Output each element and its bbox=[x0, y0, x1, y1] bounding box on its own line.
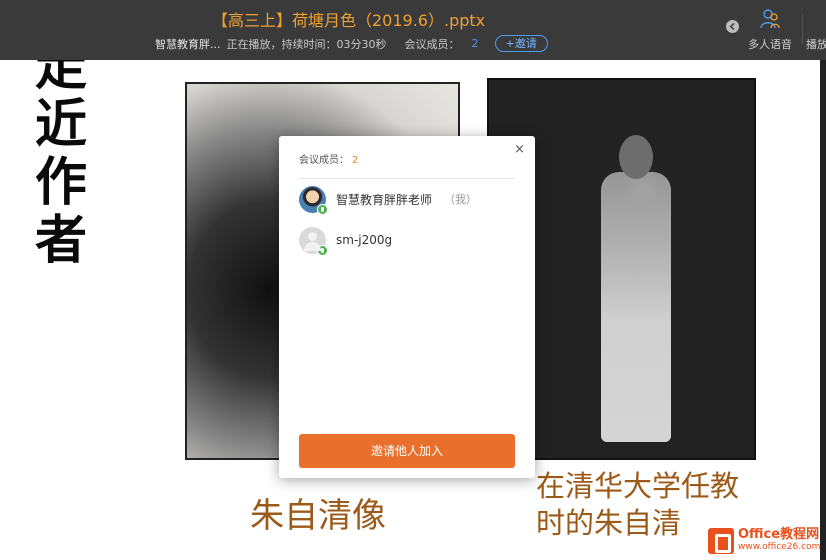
play-button-label[interactable]: 播放 bbox=[806, 36, 826, 52]
multi-voice-label: 多人语音 bbox=[748, 38, 792, 51]
scroll-edge bbox=[820, 60, 826, 560]
office-logo-icon bbox=[708, 528, 734, 554]
multi-voice-button[interactable]: 多人语音 bbox=[746, 8, 794, 52]
meeting-meta: 智慧教育胖... 正在播放，持续时间：03分30秒 会议成员： 2 +邀请 bbox=[155, 35, 548, 52]
watermark-main: Office教程网 bbox=[738, 527, 820, 542]
members-count[interactable]: 2 bbox=[472, 37, 479, 50]
member-row[interactable]: sm-j200g bbox=[299, 226, 393, 256]
invite-pill-button[interactable]: +邀请 bbox=[494, 35, 548, 52]
watermark-sub: www.office26.com bbox=[738, 542, 821, 552]
popup-title-label: 会议成员： bbox=[299, 155, 349, 166]
popup-divider bbox=[299, 178, 515, 179]
title-char: 走 bbox=[34, 60, 87, 97]
invite-others-button[interactable]: 邀请他人加入 bbox=[299, 434, 515, 468]
presenter-name: 智慧教育胖... bbox=[155, 37, 221, 51]
collapse-arrow-icon[interactable] bbox=[726, 20, 739, 33]
member-name: 智慧教育胖胖老师 bbox=[336, 192, 433, 207]
popup-member-count: 2 bbox=[352, 155, 359, 166]
people-icon bbox=[760, 9, 780, 29]
popup-title: 会议成员： 2 bbox=[299, 151, 358, 166]
avatar bbox=[299, 226, 328, 256]
watermark: Office教程网 www.office26.com bbox=[708, 528, 820, 554]
avatar bbox=[299, 185, 328, 215]
toolbar-divider bbox=[802, 14, 803, 44]
close-icon[interactable]: × bbox=[514, 142, 525, 157]
title-char: 者 bbox=[34, 211, 87, 271]
member-name: sm-j200g bbox=[336, 233, 393, 247]
caption-left: 朱自清像 bbox=[250, 496, 386, 536]
mic-icon bbox=[317, 203, 328, 215]
title-char: 近 bbox=[34, 95, 87, 155]
playback-status: 正在播放，持续时间：03分30秒 bbox=[226, 37, 387, 51]
title-char: 作 bbox=[34, 153, 87, 213]
slide-vertical-title: 走 近 作 者 bbox=[30, 60, 92, 270]
photo-figure bbox=[601, 172, 671, 442]
members-label: 会议成员： bbox=[404, 37, 460, 51]
member-self-tag: （我） bbox=[444, 193, 478, 206]
document-title: 【高三上】荷塘月色（2019.6）.pptx bbox=[212, 11, 486, 30]
members-popup: 会议成员： 2 × 智慧教育胖胖老师 （我） sm-j200g 邀请他人加入 bbox=[279, 136, 535, 478]
meeting-topbar: 【高三上】荷塘月色（2019.6）.pptx 智慧教育胖... 正在播放，持续时… bbox=[0, 0, 826, 60]
member-row[interactable]: 智慧教育胖胖老师 （我） bbox=[299, 185, 478, 215]
photo-figure-head bbox=[619, 135, 653, 179]
mic-icon bbox=[317, 244, 328, 256]
